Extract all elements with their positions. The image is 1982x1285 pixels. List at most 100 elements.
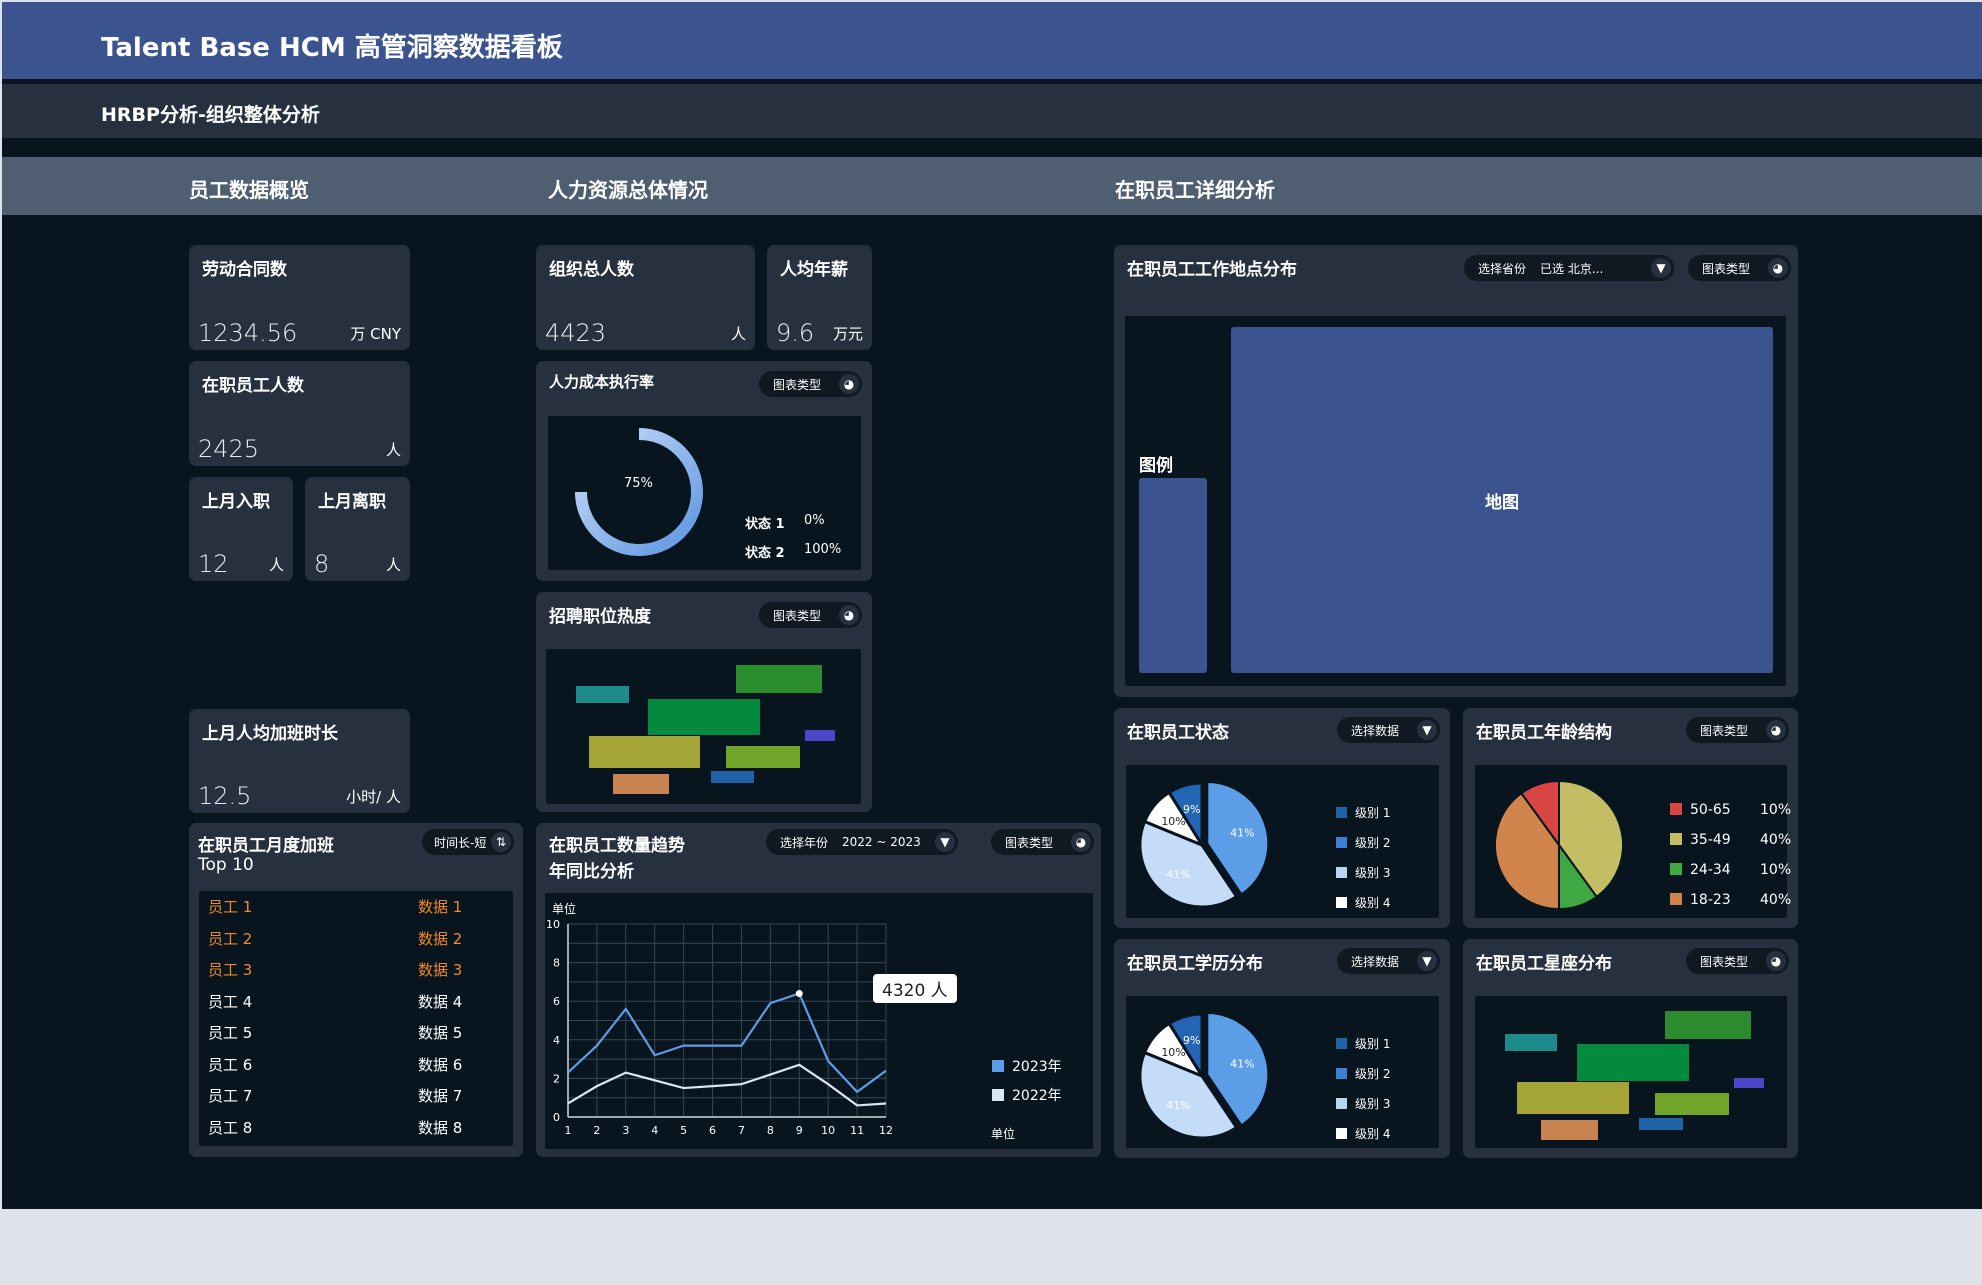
province-select[interactable]: 选择省份 已选 北京... ▼ bbox=[1464, 255, 1674, 281]
year-select[interactable]: 选择年份 2022 ~ 2023 ▼ bbox=[766, 829, 958, 855]
x-tick-label: 11 bbox=[850, 1124, 864, 1137]
legend-item: 级别 3 bbox=[1336, 1095, 1390, 1112]
province-select-label: 选择省份 bbox=[1478, 261, 1527, 276]
chart-type-icon: ◕ bbox=[1766, 951, 1786, 971]
legend-label: 24-34 bbox=[1690, 862, 1731, 878]
trend-chart-area: 0 2 4 6 8 10 1 2 3 4 5 6 7 8 9 10 11 12 单位 单位 2023年 2022年… bbox=[545, 893, 1093, 1149]
chart-type-label: 图表类型 bbox=[773, 377, 822, 392]
legend-swatch bbox=[1336, 837, 1347, 848]
heat-block bbox=[726, 746, 800, 768]
chart-type-icon: ◕ bbox=[1768, 258, 1788, 278]
legend-2023: 2023年 bbox=[992, 1056, 1062, 1076]
cost-execution-card: 人力成本执行率 图表类型 ◕ 75% 状态 1 0% 状态 2 100% bbox=[536, 361, 872, 581]
y-axis-label: 单位 bbox=[552, 902, 577, 916]
kpi-overtime-card[interactable]: 上月人均加班时长 12.5 小时/ 人 bbox=[189, 709, 410, 813]
chart-type-icon: ◕ bbox=[839, 605, 859, 625]
age-card: 在职员工年龄结构 图表类型 ◕ 50-65 10% 35-49 40% 24-34 10%… bbox=[1463, 708, 1798, 928]
chart-type-label: 图表类型 bbox=[1700, 723, 1749, 738]
status-pie-area: 9% 41% 41% 10% 级别 1 级别 2 级别 3 级别 4 bbox=[1126, 765, 1439, 918]
heat-block bbox=[1665, 1011, 1751, 1039]
legend-swatch bbox=[1336, 1068, 1347, 1079]
sort-dropdown[interactable]: 时间长-短 ⇅ bbox=[422, 829, 514, 855]
kpi-unit: 人 bbox=[385, 556, 401, 574]
kpi-org-total-card[interactable]: 组织总人数 4423 人 bbox=[536, 245, 755, 350]
chart-type-button[interactable]: 图表类型 ◕ bbox=[1688, 255, 1791, 281]
list-item-name: 员工 5 bbox=[208, 1024, 253, 1042]
list-item-value: 数据 7 bbox=[418, 1087, 463, 1105]
chart-type-label: 图表类型 bbox=[1700, 954, 1749, 969]
chart-type-button[interactable]: 图表类型 ◕ bbox=[759, 602, 862, 628]
kpi-hired-card[interactable]: 上月入职 12 人 bbox=[189, 477, 293, 581]
zodiac-heat-chart bbox=[1475, 996, 1787, 1148]
legend-item: 18-23 40% bbox=[1670, 892, 1791, 908]
legend-label: 2023年 bbox=[1012, 1059, 1062, 1075]
kpi-unit: 万元 bbox=[832, 325, 863, 343]
chevron-down-icon: ▼ bbox=[935, 832, 955, 852]
list-item-name: 员工 1 bbox=[208, 898, 253, 916]
trend-card: 在职员工数量趋势 年同比分析 选择年份 2022 ~ 2023 ▼ 图表类型 ◕… bbox=[536, 823, 1101, 1157]
heat-block bbox=[1577, 1044, 1689, 1081]
kpi-value: 1234.56 bbox=[198, 319, 298, 347]
list-item-value: 数据 3 bbox=[418, 961, 463, 979]
chart-type-button[interactable]: 图表类型 ◕ bbox=[991, 829, 1094, 855]
kpi-unit: 人 bbox=[385, 441, 401, 459]
list-item-value: 数据 6 bbox=[418, 1055, 463, 1074]
chart-type-icon: ◕ bbox=[1071, 832, 1091, 852]
x-tick-label: 4 bbox=[651, 1124, 658, 1137]
chart-type-button[interactable]: 图表类型 ◕ bbox=[759, 371, 862, 397]
legend-label: 级别 1 bbox=[1355, 806, 1391, 820]
year-select-label: 选择年份 bbox=[780, 835, 829, 850]
sub-header: HRBP分析-组织整体分析 bbox=[2, 84, 1982, 138]
kpi-active-card[interactable]: 在职员工人数 2425 人 bbox=[189, 361, 410, 466]
card-title: 在职员工星座分布 bbox=[1476, 954, 1612, 974]
legend-swatch bbox=[1336, 1128, 1347, 1139]
kpi-contracts-card[interactable]: 劳动合同数 1234.56 万 CNY bbox=[189, 245, 410, 350]
tooltip: 4320 人 bbox=[873, 974, 957, 1003]
kpi-left-card[interactable]: 上月离职 8 人 bbox=[305, 477, 410, 581]
heat-block bbox=[1517, 1082, 1629, 1114]
chart-type-button[interactable]: 图表类型 ◕ bbox=[1686, 717, 1789, 743]
card-subtitle: Top 10 bbox=[198, 855, 254, 875]
legend-item: 级别 2 bbox=[1336, 834, 1390, 851]
kpi-unit: 万 CNY bbox=[350, 325, 401, 343]
tooltip-point[interactable] bbox=[795, 989, 803, 997]
kpi-value: 12 bbox=[198, 550, 229, 578]
section-header-bar: 员工数据概览 人力资源总体情况 在职员工详细分析 bbox=[2, 157, 1982, 215]
x-tick-label: 6 bbox=[709, 1124, 716, 1137]
select-data-dropdown[interactable]: 选择数据 ▼ bbox=[1337, 948, 1440, 974]
state-1-value: 0% bbox=[804, 513, 825, 528]
list-item-value: 数据 2 bbox=[418, 929, 463, 948]
card-title: 在职员工月度加班 bbox=[198, 836, 334, 856]
legend-swatch bbox=[992, 1089, 1004, 1101]
select-data-dropdown[interactable]: 选择数据 ▼ bbox=[1337, 717, 1440, 743]
chart-type-button[interactable]: 图表类型 ◕ bbox=[1686, 948, 1789, 974]
location-map-card: 在职员工工作地点分布 选择省份 已选 北京... ▼ 图表类型 ◕ 图例 地图 bbox=[1114, 245, 1798, 697]
pie-label: 41% bbox=[1166, 1099, 1190, 1112]
list-item-value: 数据 1 bbox=[418, 898, 463, 916]
section-title-detail: 在职员工详细分析 bbox=[1115, 178, 1275, 202]
recruit-heat-chart bbox=[546, 649, 861, 804]
state-2-name: 状态 2 bbox=[745, 546, 785, 561]
y-tick-label: 10 bbox=[546, 918, 560, 931]
legend-swatch bbox=[1336, 807, 1347, 818]
kpi-salary-card[interactable]: 人均年薪 9.6 万元 bbox=[767, 245, 872, 350]
legend-label: 级别 4 bbox=[1355, 1127, 1391, 1141]
legend-2022: 2022年 bbox=[992, 1085, 1062, 1105]
heat-block bbox=[648, 699, 760, 735]
list-item-name: 员工 2 bbox=[208, 929, 253, 948]
select-data-label: 选择数据 bbox=[1351, 723, 1400, 738]
age-pie-area: 50-65 10% 35-49 40% 24-34 10% 18-23 40% bbox=[1475, 765, 1791, 918]
legend-label: 级别 3 bbox=[1355, 1097, 1391, 1111]
card-title: 在职员工年龄结构 bbox=[1476, 723, 1612, 743]
map-canvas[interactable]: 地图 bbox=[1231, 327, 1773, 673]
kpi-unit: 人 bbox=[730, 325, 746, 343]
heat-block bbox=[1541, 1120, 1598, 1140]
x-tick-label: 9 bbox=[796, 1124, 803, 1137]
legend-value: 10% bbox=[1760, 862, 1792, 878]
kpi-label: 在职员工人数 bbox=[202, 376, 304, 396]
state-2-value: 100% bbox=[804, 542, 842, 557]
list-item-name: 员工 3 bbox=[208, 961, 253, 979]
legend-swatch bbox=[1336, 1038, 1347, 1049]
legend-item: 级别 1 bbox=[1336, 804, 1390, 821]
chart-type-icon: ◕ bbox=[1766, 720, 1786, 740]
